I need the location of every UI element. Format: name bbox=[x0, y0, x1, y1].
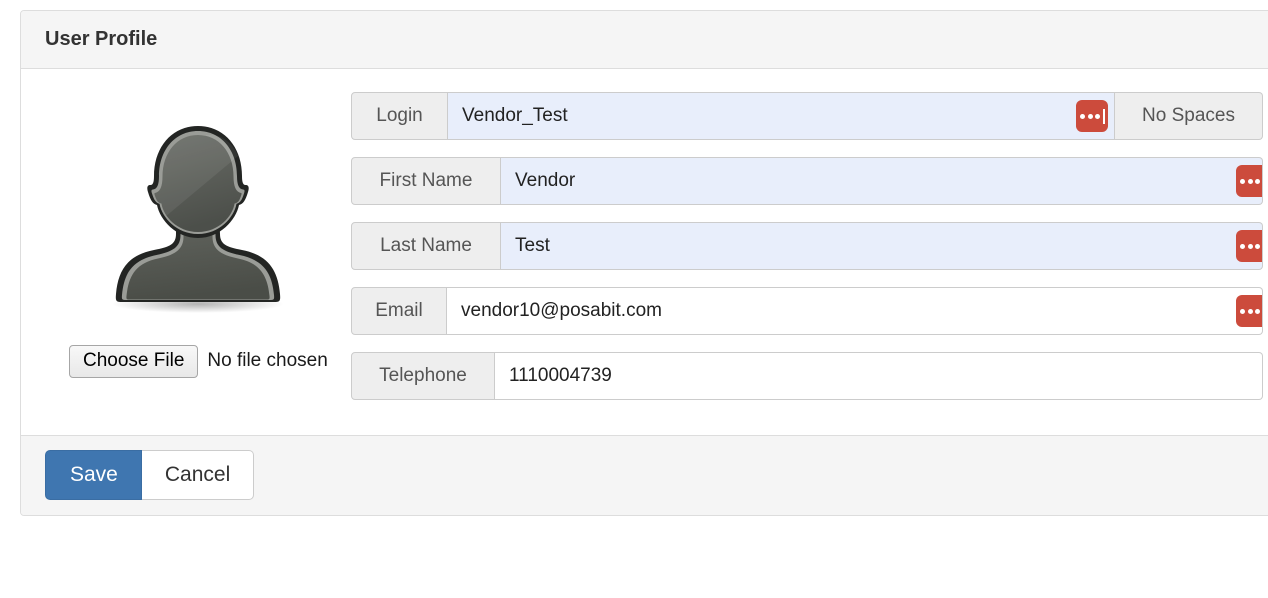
avatar-column: Choose File No file chosen bbox=[45, 91, 351, 378]
login-input[interactable] bbox=[448, 93, 1114, 139]
file-upload-row: Choose File No file chosen bbox=[45, 345, 351, 378]
field-wrapper-email bbox=[447, 287, 1263, 335]
field-row-first-name: First Name bbox=[351, 157, 1263, 205]
telephone-input[interactable] bbox=[495, 353, 1262, 399]
page-title: User Profile bbox=[45, 28, 158, 50]
panel-footer: Save Cancel bbox=[21, 435, 1268, 515]
field-wrapper-last-name bbox=[501, 222, 1263, 270]
panel-body: Choose File No file chosen Login No Spac… bbox=[21, 69, 1268, 435]
masked-text-icon[interactable] bbox=[1076, 100, 1108, 132]
cancel-button[interactable]: Cancel bbox=[141, 450, 255, 500]
fields-column: Login No Spaces First Name bbox=[351, 91, 1263, 400]
save-button[interactable]: Save bbox=[45, 450, 142, 500]
field-row-email: Email bbox=[351, 287, 1263, 335]
field-row-last-name: Last Name bbox=[351, 222, 1263, 270]
field-addon-no-spaces: No Spaces bbox=[1115, 92, 1263, 140]
file-chosen-status: No file chosen bbox=[207, 350, 328, 372]
choose-file-button[interactable]: Choose File bbox=[69, 345, 199, 378]
field-label-email: Email bbox=[351, 287, 447, 335]
field-label-telephone: Telephone bbox=[351, 352, 495, 400]
field-label-login: Login bbox=[351, 92, 448, 140]
panel-header: User Profile bbox=[21, 11, 1268, 69]
last-name-input[interactable] bbox=[501, 223, 1262, 269]
email-field[interactable] bbox=[447, 288, 1262, 334]
field-row-telephone: Telephone bbox=[351, 352, 1263, 400]
field-wrapper-login bbox=[448, 92, 1115, 140]
field-row-login: Login No Spaces bbox=[351, 92, 1263, 140]
form-actions: Save Cancel bbox=[45, 450, 255, 500]
field-wrapper-telephone bbox=[495, 352, 1263, 400]
avatar bbox=[45, 93, 351, 343]
field-wrapper-first-name bbox=[501, 157, 1263, 205]
user-silhouette-avatar-icon bbox=[112, 126, 284, 313]
field-label-last-name: Last Name bbox=[351, 222, 501, 270]
first-name-input[interactable] bbox=[501, 158, 1262, 204]
masked-text-icon[interactable] bbox=[1236, 230, 1262, 262]
user-profile-panel: User Profile Choose File No file chosen … bbox=[20, 10, 1268, 516]
masked-text-icon[interactable] bbox=[1236, 165, 1262, 197]
field-label-first-name: First Name bbox=[351, 157, 501, 205]
masked-text-icon[interactable] bbox=[1236, 295, 1262, 327]
